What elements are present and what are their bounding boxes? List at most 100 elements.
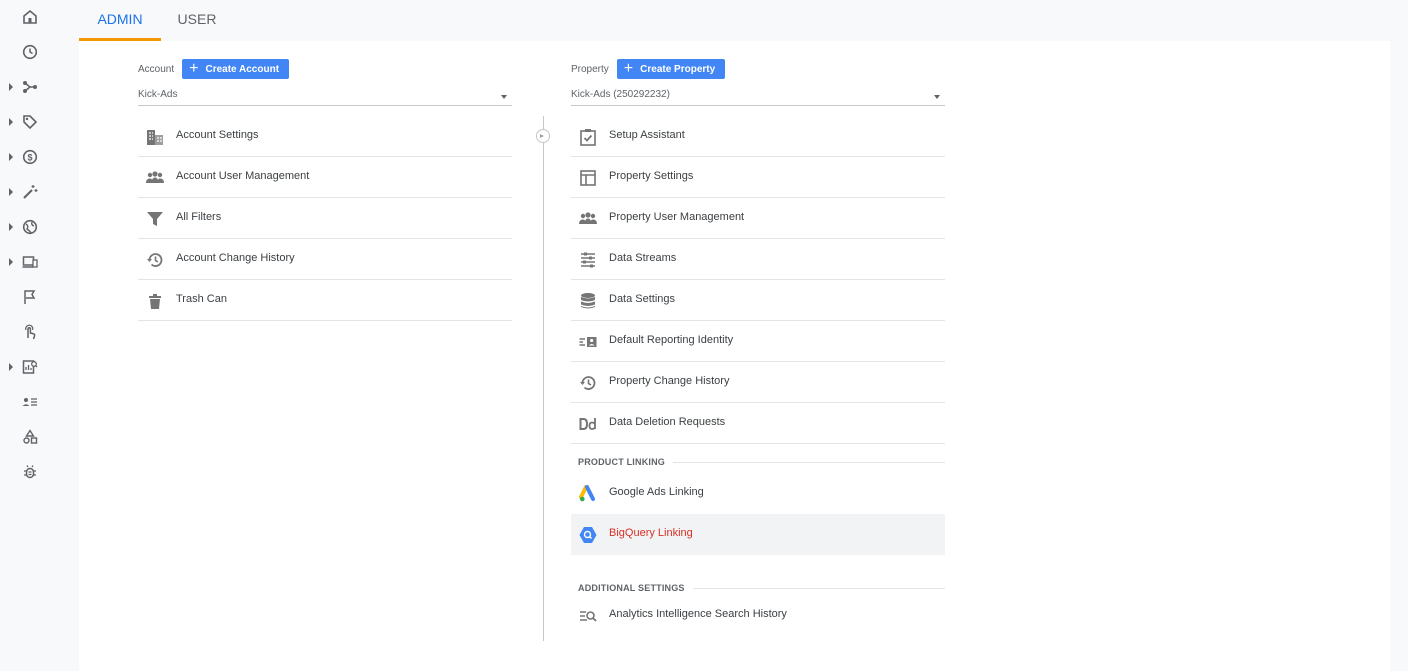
dropdown-arrow-icon — [934, 95, 940, 99]
checklist-icon — [580, 129, 596, 146]
account-header: Account + Create Account — [138, 59, 290, 79]
bigquery-linking-item[interactable]: BigQuery Linking — [571, 514, 945, 555]
nav-demographics[interactable] — [0, 213, 60, 241]
google-ads-icon — [579, 485, 595, 502]
nav-retention[interactable] — [0, 178, 60, 206]
property-change-history-item[interactable]: Property Change History — [571, 362, 945, 403]
account-label: Account — [138, 63, 175, 75]
tab-admin[interactable]: ADMIN — [79, 0, 161, 41]
expand-caret-icon — [9, 153, 13, 161]
nav-monetization[interactable]: $ — [0, 143, 60, 171]
menu-item-label: Property Change History — [609, 375, 730, 387]
arrow-right-icon — [536, 129, 550, 143]
default-reporting-identity-item[interactable]: Default Reporting Identity — [571, 321, 945, 362]
nav-configure[interactable] — [0, 423, 60, 451]
shapes-icon — [23, 429, 38, 444]
devices-icon — [22, 256, 38, 268]
account-user-management-item[interactable]: Account User Management — [138, 157, 512, 198]
plus-icon: + — [189, 60, 199, 77]
all-filters-item[interactable]: All Filters — [138, 198, 512, 239]
account-change-history-item[interactable]: Account Change History — [138, 239, 512, 280]
trash-can-item[interactable]: Trash Can — [138, 280, 512, 321]
flag-icon — [24, 290, 36, 304]
history-icon — [580, 376, 596, 390]
home-icon — [23, 9, 37, 24]
nav-acquisition[interactable] — [0, 73, 60, 101]
touch-icon — [25, 324, 36, 340]
plus-icon: + — [623, 60, 634, 77]
property-label: Property — [571, 63, 609, 75]
menu-item-label: Account User Management — [176, 170, 310, 182]
expand-caret-icon — [9, 83, 13, 91]
data-streams-item[interactable]: Data Streams — [571, 239, 945, 280]
streams-icon — [581, 252, 595, 268]
google-ads-linking-item[interactable]: Google Ads Linking — [571, 473, 945, 514]
bigquery-icon — [579, 527, 597, 543]
product-linking-header: PRODUCT LINKING — [571, 453, 945, 473]
user-list-icon — [22, 398, 37, 406]
data-settings-item[interactable]: Data Settings — [571, 280, 945, 321]
layout-icon — [580, 170, 596, 186]
dd-icon — [579, 418, 596, 430]
bug-icon — [24, 465, 36, 479]
property-settings-item[interactable]: Property Settings — [571, 157, 945, 198]
people-icon — [146, 171, 164, 183]
nav-conversions[interactable] — [0, 318, 60, 346]
people-icon — [579, 212, 597, 224]
menu-item-label: Analytics Intelligence Search History — [609, 608, 787, 620]
menu-item-label: Data Streams — [609, 252, 677, 264]
nav-audiences[interactable] — [0, 388, 60, 416]
history-icon — [147, 253, 163, 267]
filter-icon — [147, 212, 163, 226]
nav-home[interactable] — [0, 3, 60, 31]
nav-realtime[interactable] — [0, 38, 60, 66]
create-property-button[interactable]: + Create Property — [616, 59, 726, 79]
property-menu: Setup Assistant Property Settings Proper… — [571, 116, 945, 633]
menu-item-label: BigQuery Linking — [609, 527, 693, 539]
flow-icon — [23, 81, 37, 93]
nav-debugview[interactable] — [0, 458, 60, 486]
trash-icon — [149, 294, 161, 309]
account-selector[interactable]: Kick-Ads — [138, 87, 512, 106]
menu-item-label: Property User Management — [609, 211, 745, 223]
left-nav-rail: $ — [0, 0, 60, 671]
nav-events[interactable] — [0, 283, 60, 311]
menu-item-label: Default Reporting Identity — [609, 334, 734, 346]
property-header: Property + Create Property — [571, 59, 726, 79]
account-selected-value: Kick-Ads — [138, 89, 178, 100]
setup-assistant-item[interactable]: Setup Assistant — [571, 116, 945, 157]
dollar-icon: $ — [22, 149, 38, 165]
globe-icon — [22, 219, 38, 235]
expand-caret-icon — [9, 258, 13, 266]
search-history-icon — [580, 611, 597, 622]
create-account-button[interactable]: + Create Account — [182, 59, 290, 79]
building-icon — [147, 130, 163, 145]
expand-caret-icon — [9, 363, 13, 371]
analytics-intelligence-search-history-item[interactable]: Analytics Intelligence Search History — [571, 599, 945, 633]
nav-engagement[interactable] — [0, 108, 60, 136]
menu-item-label: Property Settings — [609, 170, 694, 182]
property-user-management-item[interactable]: Property User Management — [571, 198, 945, 239]
menu-item-label: Setup Assistant — [609, 129, 685, 141]
tab-user[interactable]: USER — [161, 0, 233, 38]
menu-item-label: Google Ads Linking — [609, 486, 704, 498]
section-title: ADDITIONAL SETTINGS — [578, 583, 693, 593]
menu-item-label: Data Settings — [609, 293, 676, 305]
additional-settings-header: ADDITIONAL SETTINGS — [571, 579, 945, 599]
account-settings-item[interactable]: Account Settings — [138, 116, 512, 157]
create-account-label: Create Account — [205, 63, 280, 75]
svg-text:$: $ — [27, 153, 32, 163]
database-icon — [581, 293, 595, 309]
report-search-icon — [22, 360, 38, 374]
nav-tech[interactable] — [0, 248, 60, 276]
column-divider — [543, 116, 544, 641]
property-selector[interactable]: Kick-Ads (250292232) — [571, 87, 945, 106]
property-selected-value: Kick-Ads (250292232) — [571, 89, 670, 100]
menu-item-label: All Filters — [176, 211, 222, 223]
data-deletion-requests-item[interactable]: Data Deletion Requests — [571, 403, 945, 444]
nav-explore[interactable] — [0, 353, 60, 381]
tag-icon — [23, 115, 38, 130]
admin-panel: Account + Create Account Kick-Ads Accoun… — [79, 41, 1390, 671]
dropdown-arrow-icon — [501, 95, 507, 99]
create-property-label: Create Property — [640, 63, 716, 75]
